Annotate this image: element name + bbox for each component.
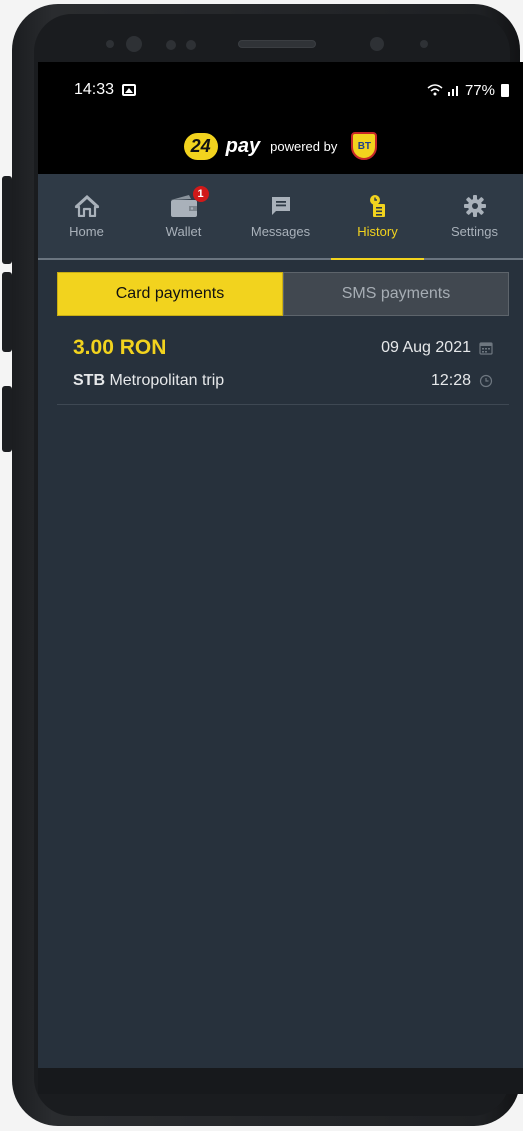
messages-icon [270,194,292,218]
bottom-nav: Home 1 Wallet Messages History Settings [38,174,523,260]
transaction-time-wrap: 12:28 [431,372,493,390]
settings-icon [463,194,487,218]
logo-24: 24 [183,132,218,160]
earpiece-speaker [238,40,316,48]
nav-item-messages[interactable]: Messages [232,174,329,258]
side-button-upper [2,176,12,264]
brand-header: 24 pay powered by BT [38,118,523,174]
sensor-dot [166,40,176,50]
home-icon [74,194,100,218]
tab-sms-payments[interactable]: SMS payments [283,272,509,316]
gallery-notification-icon [122,84,137,96]
battery-level: 77% [464,81,495,99]
battery-icon [501,83,509,97]
status-left: 14:33 [74,81,137,99]
clock-icon [479,374,493,388]
wallet-badge: 1 [192,185,209,202]
status-bar: 14:33 77% [38,62,523,118]
transaction-amount: 3.00 RON [73,336,167,359]
nav-label-home: Home [69,223,104,239]
app-screen: 14:33 77% 24 pay powered by BT Home 1 Wa [38,62,523,1068]
sensor-dot [420,40,428,48]
transaction-top-row: 3.00 RON 09 Aug 2021 [73,336,493,360]
status-right: 77% [427,82,509,99]
transaction-trip: Metropolitan trip [109,372,225,389]
front-camera [370,37,384,51]
transaction-description: STB Metropolitan trip [73,372,224,390]
nav-item-home[interactable]: Home [38,174,135,258]
nav-label-settings: Settings [451,223,498,239]
nav-label-history: History [357,223,398,239]
phone-chin [38,1068,523,1094]
side-button-bixby [2,386,12,452]
sensor-dot [106,40,114,48]
side-button-lower [2,272,12,352]
payment-type-tabs: Card payments SMS payments [57,272,509,316]
powered-by-text: powered by [270,138,338,154]
sensor-dot [126,36,142,52]
calendar-icon [479,342,493,355]
transaction-date: 09 Aug 2021 [381,339,471,356]
tab-card-payments[interactable]: Card payments [57,272,283,316]
transaction-bottom-row: STB Metropolitan trip 12:28 [73,372,493,390]
signal-icon [447,86,458,96]
nav-item-wallet[interactable]: 1 Wallet [135,174,232,258]
transaction-date-wrap: 09 Aug 2021 [381,339,493,357]
wallet-icon: 1 [169,185,209,218]
logo-pay: pay [225,134,261,157]
sensor-dot [186,40,196,50]
history-icon [368,194,388,218]
transaction-operator: STB [73,372,105,389]
bt-logo: BT [351,132,378,160]
transaction-item[interactable]: 3.00 RON 09 Aug 2021 STB Metropolitan tr… [57,328,509,405]
wifi-icon [427,84,443,96]
status-time: 14:33 [74,81,115,98]
nav-label-messages: Messages [250,223,311,239]
nav-label-wallet: Wallet [165,223,202,239]
transaction-time: 12:28 [430,372,471,389]
nav-item-settings[interactable]: Settings [426,174,523,258]
nav-item-history[interactable]: History [329,174,426,260]
